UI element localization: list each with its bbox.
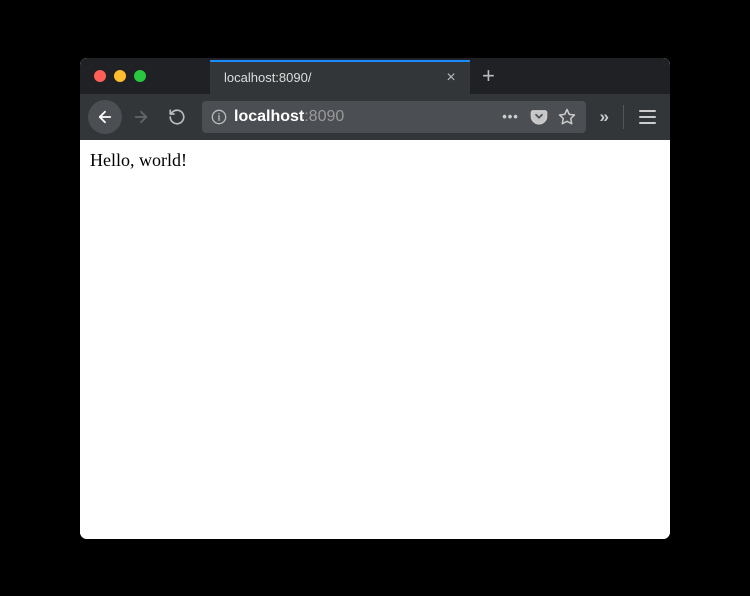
- browser-window: localhost:8090/ × + localhost:8090 •••: [80, 58, 670, 539]
- active-tab[interactable]: localhost:8090/ ×: [210, 60, 470, 94]
- tab-title: localhost:8090/: [224, 70, 442, 85]
- back-button[interactable]: [88, 100, 122, 134]
- toolbar-right: »: [594, 102, 662, 132]
- window-maximize-button[interactable]: [134, 70, 146, 82]
- page-content: Hello, world!: [80, 140, 670, 539]
- arrow-left-icon: [96, 108, 114, 126]
- toolbar-separator: [623, 105, 624, 129]
- new-tab-button[interactable]: +: [470, 65, 507, 87]
- tab-close-icon[interactable]: ×: [442, 69, 460, 87]
- hamburger-line: [639, 122, 656, 124]
- page-actions: •••: [500, 106, 582, 128]
- reload-icon: [168, 108, 186, 126]
- forward-button: [124, 100, 158, 134]
- arrow-right-icon: [132, 108, 150, 126]
- navigation-toolbar: localhost:8090 ••• »: [80, 94, 670, 140]
- window-minimize-button[interactable]: [114, 70, 126, 82]
- page-actions-menu-icon[interactable]: •••: [500, 106, 522, 128]
- pocket-icon[interactable]: [528, 106, 550, 128]
- app-menu-button[interactable]: [632, 102, 662, 132]
- url-port: :8090: [304, 108, 344, 126]
- tab-bar: localhost:8090/ × +: [80, 58, 670, 94]
- address-bar[interactable]: localhost:8090 •••: [202, 101, 586, 133]
- site-info-icon[interactable]: [210, 108, 228, 126]
- window-traffic-lights: [80, 70, 160, 82]
- reload-button[interactable]: [160, 100, 194, 134]
- url-host: localhost: [234, 108, 304, 126]
- hamburger-line: [639, 110, 656, 112]
- url-text: localhost:8090: [234, 108, 494, 126]
- page-body-text: Hello, world!: [90, 150, 187, 170]
- bookmark-star-icon[interactable]: [556, 106, 578, 128]
- overflow-menu-icon[interactable]: »: [594, 107, 615, 127]
- hamburger-line: [639, 116, 656, 118]
- window-close-button[interactable]: [94, 70, 106, 82]
